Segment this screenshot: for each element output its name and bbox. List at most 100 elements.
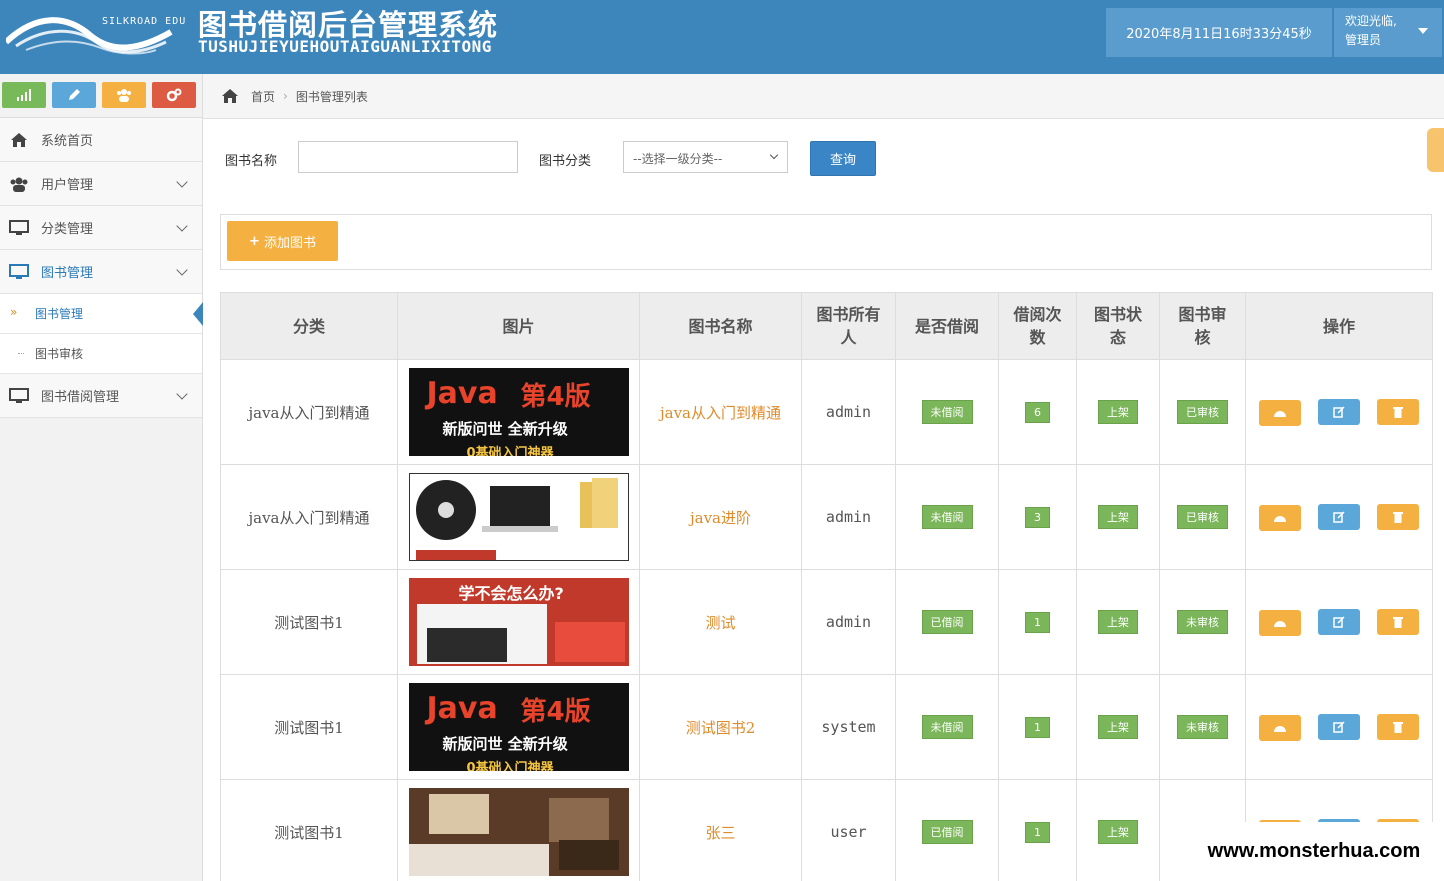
hotel-room-picture bbox=[408, 788, 629, 876]
book-cover-image bbox=[408, 788, 629, 876]
dashboard-icon bbox=[1274, 515, 1287, 522]
borrow-status-badge: 已借阅 bbox=[921, 820, 973, 844]
borrow-count-badge: 1 bbox=[1025, 611, 1050, 633]
review-status-badge: 未审核 bbox=[1177, 610, 1228, 634]
sidebar-subitem-book-manage[interactable]: » 图书管理 bbox=[0, 294, 203, 334]
query-button[interactable]: 查询 bbox=[810, 141, 876, 176]
view-button[interactable] bbox=[1259, 399, 1302, 426]
breadcrumb-current: 图书管理列表 bbox=[295, 89, 368, 104]
book-category-select[interactable]: --选择一级分类-- bbox=[623, 141, 788, 173]
cell-image bbox=[397, 464, 640, 570]
cell-book-name: java进阶 bbox=[639, 464, 802, 570]
table-row: 测试图书1 Java 第4版 新版问世 全新升级 0基础入门神器 测试图书2 s… bbox=[220, 674, 1433, 780]
sidebar-item-label: 图书管理 bbox=[41, 266, 94, 281]
shortcut-pencil-button[interactable] bbox=[52, 82, 96, 108]
cover-title: Java bbox=[426, 376, 498, 411]
cover-subtitle: 新版问世 全新升级 bbox=[442, 735, 568, 753]
breadcrumb-home-link[interactable]: 首页 bbox=[251, 88, 275, 105]
book-cover-image bbox=[408, 473, 629, 561]
edit-icon bbox=[1333, 405, 1345, 418]
review-status-badge: 已审核 bbox=[1177, 505, 1228, 529]
sidebar-item-home[interactable]: 系统首页 bbox=[0, 118, 202, 162]
sidebar-item-books[interactable]: 图书管理 bbox=[0, 250, 202, 294]
chevron-down-icon bbox=[176, 264, 188, 276]
delete-button[interactable] bbox=[1376, 503, 1419, 530]
desktop-icon bbox=[8, 263, 30, 281]
dotted-line-icon bbox=[18, 353, 24, 354]
add-book-button[interactable]: + 添加图书 bbox=[227, 221, 338, 261]
cell-category: 测试图书1 bbox=[220, 569, 398, 675]
column-header: 是否借阅 bbox=[895, 292, 999, 360]
delete-button[interactable] bbox=[1376, 398, 1419, 425]
sidebar-subitem-book-review[interactable]: 图书审核 bbox=[0, 334, 202, 374]
shortcut-users-button[interactable] bbox=[102, 82, 146, 108]
cell-borrowed: 已借阅 bbox=[895, 569, 999, 675]
cell-borrow-count: 6 bbox=[998, 359, 1077, 465]
settings-side-tab[interactable] bbox=[1427, 128, 1444, 172]
view-button[interactable] bbox=[1259, 714, 1302, 741]
column-header: 分类 bbox=[220, 292, 398, 360]
shortcut-settings-button[interactable] bbox=[152, 82, 196, 108]
book-table: 分类 图片 图书名称 图书所有人 是否借阅 借阅次数 图书状态 图书审核 操作 … bbox=[220, 292, 1433, 881]
book-cover-image: 学不会怎么办? bbox=[408, 578, 629, 666]
logo-text: SILKROAD EDU bbox=[102, 16, 187, 27]
edit-button[interactable] bbox=[1318, 398, 1360, 425]
breadcrumb-separator-icon: › bbox=[283, 89, 288, 103]
review-status-badge: 已审核 bbox=[1177, 400, 1228, 424]
users-icon bbox=[8, 175, 30, 193]
cell-status: 上架 bbox=[1076, 674, 1160, 780]
shelf-status-badge: 上架 bbox=[1098, 820, 1138, 844]
book-name-link[interactable]: 张三 bbox=[705, 824, 735, 842]
current-datetime: 2020年8月11日16时33分45秒 bbox=[1106, 8, 1332, 57]
top-header: SILKROAD EDU 图书借阅后台管理系统 TUSHUJIEYUEHOUTA… bbox=[0, 0, 1444, 74]
table-row: java从入门到精通 java进阶 admin 未借阅 3 上架 已审核 bbox=[220, 464, 1433, 570]
sidebar-item-users[interactable]: 用户管理 bbox=[0, 162, 202, 206]
add-book-label: 添加图书 bbox=[263, 235, 316, 251]
pencil-icon bbox=[69, 89, 80, 100]
cell-book-name: java从入门到精通 bbox=[639, 359, 802, 465]
sidebar-item-borrow[interactable]: 图书借阅管理 bbox=[0, 374, 202, 418]
book-name-input[interactable] bbox=[298, 141, 518, 173]
borrow-status-badge: 未借阅 bbox=[921, 715, 973, 739]
cell-category: 测试图书1 bbox=[220, 674, 398, 780]
edit-button[interactable] bbox=[1318, 713, 1360, 740]
book-name-label: 图书名称 bbox=[225, 154, 278, 169]
table-row: 测试图书1 学不会怎么办? 测试 admin 已借阅 1 上架 未审核 bbox=[220, 569, 1433, 675]
course-materials-picture bbox=[415, 478, 618, 560]
borrow-count-badge: 1 bbox=[1025, 716, 1050, 738]
screen-picture bbox=[416, 604, 625, 664]
book-category-label: 图书分类 bbox=[539, 154, 592, 169]
book-name-link[interactable]: 测试图书2 bbox=[686, 719, 756, 737]
edit-button[interactable] bbox=[1318, 608, 1360, 635]
home-icon bbox=[222, 89, 238, 103]
sidebar-item-category[interactable]: 分类管理 bbox=[0, 206, 202, 250]
user-menu[interactable]: 欢迎光临, 管理员 bbox=[1334, 8, 1442, 57]
cover-tagline: 0基础入门神器 bbox=[466, 446, 554, 456]
edit-button[interactable] bbox=[1318, 503, 1360, 530]
table-row: java从入门到精通 Java 第4版 新版问世 全新升级 0基础入门神器 ja… bbox=[220, 359, 1433, 465]
cell-status: 上架 bbox=[1076, 779, 1160, 881]
cell-image: Java 第4版 新版问世 全新升级 0基础入门神器 bbox=[397, 359, 640, 465]
cell-borrowed: 未借阅 bbox=[895, 674, 999, 780]
view-button[interactable] bbox=[1259, 504, 1302, 531]
delete-button[interactable] bbox=[1376, 608, 1419, 635]
cell-borrowed: 未借阅 bbox=[895, 464, 999, 570]
dashboard-icon bbox=[1274, 620, 1287, 627]
chevron-down-icon bbox=[176, 220, 188, 232]
book-name-link[interactable]: java从入门到精通 bbox=[660, 404, 781, 422]
sidebar-subitem-label: 图书管理 bbox=[35, 307, 84, 321]
table-header-row: 分类 图片 图书名称 图书所有人 是否借阅 借阅次数 图书状态 图书审核 操作 bbox=[220, 292, 1433, 360]
cover-subtitle: 新版问世 全新升级 bbox=[442, 420, 568, 438]
select-value: --选择一级分类-- bbox=[633, 152, 723, 166]
delete-button[interactable] bbox=[1376, 713, 1419, 740]
shelf-status-badge: 上架 bbox=[1098, 610, 1138, 634]
view-button[interactable] bbox=[1259, 609, 1302, 636]
sidebar-item-label: 用户管理 bbox=[41, 178, 94, 193]
shortcut-bar bbox=[0, 74, 202, 118]
cover-tagline: 0基础入门神器 bbox=[466, 761, 554, 771]
book-name-link[interactable]: 测试 bbox=[705, 614, 735, 632]
book-name-link[interactable]: java进阶 bbox=[690, 509, 751, 527]
column-header: 图片 bbox=[397, 292, 640, 360]
shortcut-signal-button[interactable] bbox=[2, 82, 46, 108]
cell-owner: system bbox=[801, 674, 896, 780]
